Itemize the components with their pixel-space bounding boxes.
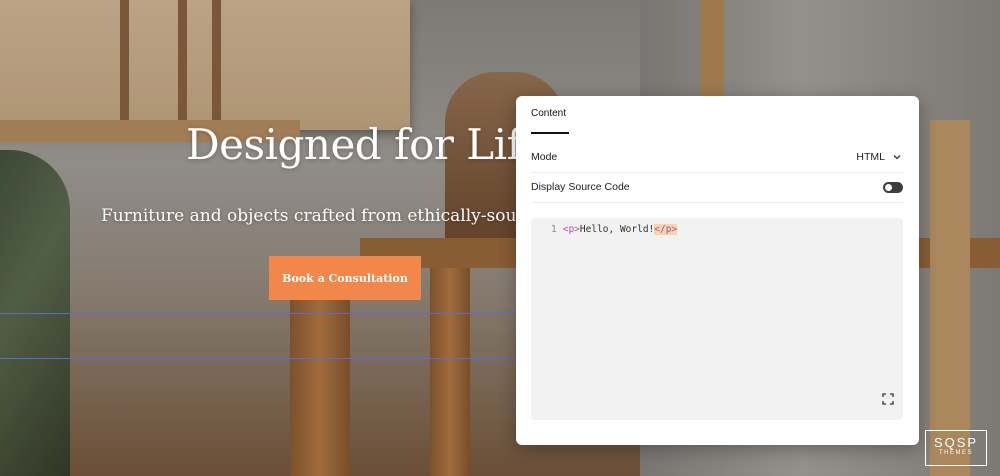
- block-guide-line-top: [0, 313, 516, 314]
- watermark-main: SQSP: [933, 435, 979, 450]
- hero-title: Designed for Life: [186, 120, 547, 169]
- code-tag-close: </p>: [654, 224, 678, 235]
- tab-content[interactable]: Content: [531, 108, 566, 119]
- block-guide-line-bottom: [0, 358, 516, 359]
- mode-row: Mode HTML: [531, 142, 903, 173]
- watermark-sub: THEMES: [938, 450, 973, 456]
- code-editor[interactable]: 1 <p>Hello, World!</p>: [531, 218, 903, 420]
- hero-subtitle: Furniture and objects crafted from ethic…: [101, 206, 515, 226]
- code-text: Hello, World!: [579, 224, 655, 235]
- chevron-down-icon: [893, 155, 901, 160]
- code-line: 1 <p>Hello, World!</p>: [551, 224, 678, 235]
- active-tab-indicator: [531, 132, 569, 134]
- mode-value: HTML: [856, 151, 885, 163]
- expand-icon[interactable]: [882, 393, 894, 405]
- display-source-label: Display Source Code: [531, 181, 630, 193]
- toggle-knob: [885, 183, 892, 191]
- code-tag-open: <p>: [562, 224, 580, 235]
- display-source-toggle[interactable]: [883, 181, 903, 193]
- line-number: 1: [551, 224, 557, 235]
- content-panel: Content Mode HTML Display Source Code 1 …: [516, 96, 919, 445]
- mode-select[interactable]: HTML: [856, 151, 903, 163]
- display-source-row: Display Source Code: [531, 172, 903, 203]
- book-consultation-button[interactable]: Book a Consultation: [269, 256, 421, 300]
- watermark-logo: SQSP THEMES: [925, 430, 987, 466]
- mode-label: Mode: [531, 151, 558, 163]
